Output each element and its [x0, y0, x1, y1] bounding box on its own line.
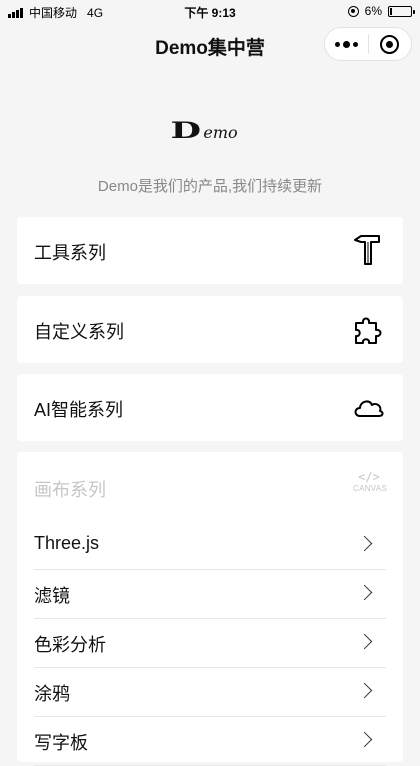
canvas-list: Three.js 滤镜 色彩分析 涂鸦 写字板: [34, 521, 386, 766]
status-right: 6%: [347, 4, 415, 18]
battery-percent: 6%: [364, 4, 382, 18]
card-tools-label: 工具系列: [34, 243, 106, 263]
demo-logo: Demo: [0, 118, 420, 144]
target-icon: [380, 34, 400, 54]
orientation-lock-icon: [347, 5, 359, 17]
battery-icon: [388, 5, 415, 17]
battery-fill: [390, 7, 392, 15]
chevron-right-icon: [356, 731, 373, 748]
list-item-color-analysis[interactable]: 色彩分析: [34, 619, 386, 668]
status-bar: 中国移动 4G 下午 9:13 6%: [0, 0, 420, 22]
list-item-label: 色彩分析: [34, 635, 106, 655]
close-miniprogram-button[interactable]: [368, 28, 411, 60]
card-canvas: 画布系列 </> CANVAS Three.js 滤镜 色彩分析 涂鸦 写字板: [17, 452, 403, 766]
card-tools[interactable]: 工具系列: [17, 217, 403, 284]
list-item-label: 滤镜: [34, 586, 70, 606]
list-item-label: Three.js: [34, 533, 100, 553]
list-item-writing-board[interactable]: 写字板: [34, 717, 386, 766]
list-item-label: 写字板: [34, 733, 88, 753]
card-ai-label: AI智能系列: [34, 400, 124, 420]
canvas-icon-word: CANVAS: [353, 484, 388, 493]
more-button[interactable]: [325, 28, 368, 60]
subtitle: Demo是我们的产品,我们持续更新: [97, 178, 323, 195]
chevron-right-icon: [356, 633, 373, 650]
logo-rest: emo: [203, 123, 238, 142]
chevron-right-icon: [356, 584, 373, 601]
hammer-icon: [354, 235, 380, 265]
more-dots-icon: [334, 40, 358, 48]
card-ai[interactable]: AI智能系列: [17, 374, 403, 441]
canvas-section-title: 画布系列: [34, 480, 106, 500]
card-custom-label: 自定义系列: [34, 322, 124, 342]
cloud-icon: [354, 400, 384, 417]
card-custom[interactable]: 自定义系列: [17, 296, 403, 363]
menu-capsule: [324, 27, 412, 61]
chevron-right-icon: [356, 535, 373, 552]
puzzle-icon: [355, 317, 382, 344]
logo-initial: D: [170, 118, 202, 144]
nav-bar: Demo集中营: [0, 22, 420, 68]
list-item-doodle[interactable]: 涂鸦: [34, 668, 386, 717]
chevron-right-icon: [356, 682, 373, 699]
list-item-label: 涂鸦: [34, 684, 70, 704]
canvas-icon-code: </>: [358, 470, 380, 484]
list-item-filter[interactable]: 滤镜: [34, 570, 386, 619]
canvas-icon: </> CANVAS: [353, 470, 388, 493]
list-item-threejs[interactable]: Three.js: [34, 521, 386, 570]
